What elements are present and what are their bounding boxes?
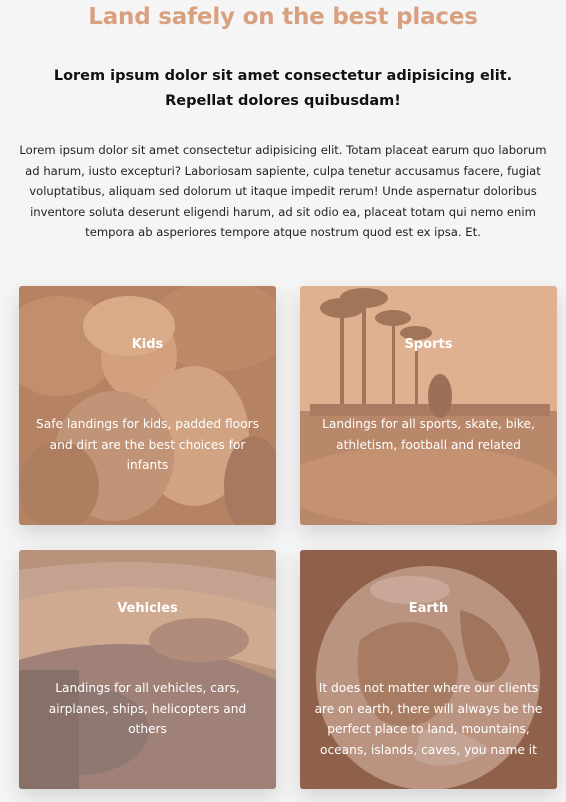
card-description: Landings for all sports, skate, bike, at… bbox=[322, 417, 535, 452]
card-description: It does not matter where our clients are… bbox=[314, 681, 543, 757]
card-title: Vehicles bbox=[117, 601, 178, 616]
card-sports[interactable]: Sports Landings for all sports, skate, b… bbox=[300, 286, 557, 525]
kids-photo bbox=[19, 286, 276, 525]
card-title: Sports bbox=[404, 337, 453, 352]
card-earth[interactable]: Earth It does not matter where our clien… bbox=[300, 550, 557, 789]
card-description: Safe landings for kids, padded floors an… bbox=[36, 417, 259, 472]
card-description: Landings for all vehicles, cars, airplan… bbox=[48, 681, 247, 736]
vehicles-photo bbox=[19, 550, 276, 789]
card-title: Kids bbox=[131, 337, 164, 352]
intro-paragraph: Lorem ipsum dolor sit amet consectetur a… bbox=[19, 143, 547, 239]
card-vehicles[interactable]: Vehicles Landings for all vehicles, cars… bbox=[19, 550, 276, 789]
sports-photo bbox=[300, 286, 557, 525]
section-heading: Land safely on the best places bbox=[88, 4, 478, 30]
card-title: Earth bbox=[408, 601, 449, 616]
section-subheading: Lorem ipsum dolor sit amet consectetur a… bbox=[53, 68, 513, 109]
card-kids[interactable]: Kids Safe landings for kids, padded floo… bbox=[19, 286, 276, 525]
